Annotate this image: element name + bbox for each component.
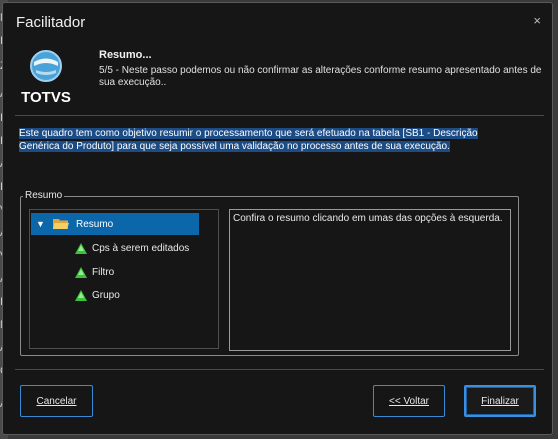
cancel-button[interactable]: Cancelar xyxy=(20,385,93,417)
tree-node-label: Resumo xyxy=(76,218,114,230)
green-triangle-icon xyxy=(75,242,87,254)
tree-node-label: Grupo xyxy=(92,289,120,301)
facilitador-dialog: Facilitador × TOTVS Resumo... 5/5 - Nest… xyxy=(2,2,553,435)
close-icon[interactable]: × xyxy=(533,13,541,28)
step-title: Resumo... xyxy=(99,49,152,61)
tree-node-label: Filtro xyxy=(92,266,115,278)
group-label: Resumo xyxy=(23,190,65,201)
totvs-logo-icon: TOTVS xyxy=(21,50,71,106)
summary-panel: Confira o resumo clicando em umas das op… xyxy=(229,209,511,351)
totvs-logo: TOTVS xyxy=(15,43,77,106)
dialog-title: Facilitador xyxy=(16,14,86,31)
summary-tree: ▼ Resumo Cps à serem editados Filtro Gru… xyxy=(29,209,219,349)
tree-node-resumo[interactable]: ▼ Resumo xyxy=(31,213,199,235)
logo-text: TOTVS xyxy=(21,89,71,105)
header-divider xyxy=(15,115,544,116)
finish-button[interactable]: Finalizar xyxy=(464,385,536,417)
tree-node-filtro[interactable]: Filtro xyxy=(31,261,243,283)
info-text-highlight: Este quadro tem como objetivo resumir o … xyxy=(19,128,478,152)
tree-node-grupo[interactable]: Grupo xyxy=(31,284,243,306)
green-triangle-icon xyxy=(75,266,87,278)
tree-node-cps[interactable]: Cps à serem editados xyxy=(31,237,243,259)
info-text: Este quadro tem como objetivo resumir o … xyxy=(19,127,484,153)
footer-divider xyxy=(15,369,544,370)
step-description: 5/5 - Neste passo podemos ou não confirm… xyxy=(99,65,542,88)
tree-node-label: Cps à serem editados xyxy=(92,242,190,254)
green-triangle-icon xyxy=(75,289,87,301)
back-button[interactable]: << Voltar xyxy=(373,385,445,417)
chevron-down-icon[interactable]: ▼ xyxy=(36,219,48,229)
folder-open-icon xyxy=(53,219,69,229)
